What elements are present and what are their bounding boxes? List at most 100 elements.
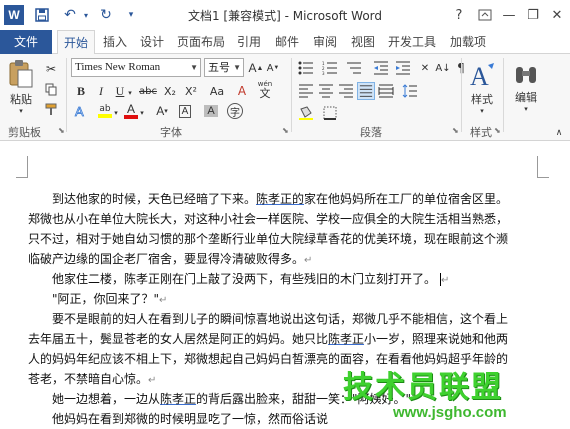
svg-text:3: 3 <box>322 71 325 75</box>
group-label-styles: 样式 <box>470 126 492 139</box>
ribbon-display-options-icon[interactable] <box>472 4 498 26</box>
redo-icon[interactable]: ↻ <box>96 5 116 25</box>
document-line: 只不过，相对于她自幼习惯的那个垄断行业单位大院绿草香花的优美环境，现在眼前这个濒 <box>28 232 509 246</box>
watermark-title: 技术员联盟 <box>343 370 503 405</box>
document-line: 到达他家的时候，天色已经暗了下来。陈孝正的家在他妈妈所在工厂的单位宿舍区里。 <box>52 192 509 206</box>
chevron-down-icon: ▾ <box>480 107 484 115</box>
clear-formatting-icon[interactable]: A <box>233 82 251 100</box>
separator <box>503 58 504 132</box>
collapse-ribbon-icon[interactable]: ∧ <box>550 124 568 142</box>
tab-developer[interactable]: 开发工具 <box>385 30 439 54</box>
editing-button[interactable]: 编辑 ▾ <box>508 58 544 118</box>
char-shading-icon[interactable]: A <box>202 102 220 120</box>
paste-dropdown-icon: ▾ <box>19 107 23 115</box>
subscript-button[interactable]: X₂ <box>161 82 179 100</box>
paste-label: 粘贴 <box>10 93 32 106</box>
word-logo-icon[interactable]: W <box>4 5 24 25</box>
editing-label: 编辑 <box>515 91 537 104</box>
text-effects-icon[interactable]: A <box>72 102 90 120</box>
paste-icon <box>9 60 33 88</box>
separator <box>291 58 292 132</box>
superscript-button[interactable]: X² <box>182 82 200 100</box>
undo-icon[interactable]: ↶ <box>60 5 80 25</box>
tab-insert[interactable]: 插入 <box>99 30 131 54</box>
tab-page-layout[interactable]: 页面布局 <box>174 30 228 54</box>
distributed-icon[interactable] <box>377 82 395 100</box>
ribbon-tabs: 文件 开始 插入 设计 页面布局 引用 邮件 审阅 视图 开发工具 加载项 <box>0 30 570 55</box>
char-border-button[interactable]: A ▾ <box>152 102 172 120</box>
line-spacing-icon[interactable] <box>401 82 419 100</box>
tab-mailings[interactable]: 邮件 <box>271 30 303 54</box>
borders-icon[interactable] <box>321 104 339 122</box>
shading-icon[interactable] <box>297 104 315 122</box>
styles-icon: A <box>470 62 494 91</box>
chevron-down-icon[interactable]: ▾ <box>112 104 120 122</box>
tab-file[interactable]: 文件 <box>0 30 52 54</box>
tab-review[interactable]: 审阅 <box>309 30 341 54</box>
font-name-value: Times New Roman <box>75 61 161 73</box>
styles-button[interactable]: A 样式 ▾ <box>464 58 500 118</box>
document-line: 临破产边缘的国企老厂宿舍，要显得冷清破败得多。↵ <box>28 252 313 266</box>
styles-label: 样式 <box>471 93 493 106</box>
font-size-combo[interactable]: 五号 ▼ <box>204 58 244 77</box>
separator <box>66 58 67 132</box>
grow-font-icon[interactable]: A ▲ <box>247 59 265 77</box>
tab-design[interactable]: 设计 <box>136 30 168 54</box>
italic-button[interactable]: I <box>92 82 110 100</box>
font-launcher-icon[interactable]: ⬊ <box>282 126 289 135</box>
shrink-font-icon[interactable]: A ▼ <box>264 59 282 77</box>
align-left-icon[interactable] <box>297 82 315 100</box>
paste-button[interactable]: 粘贴 ▾ <box>4 58 38 116</box>
title-bar: W ↶ ▾ ↻ ▾ 文档1 [兼容模式] - Microsoft Word ? … <box>0 0 570 30</box>
font-size-value: 五号 <box>208 61 230 74</box>
tab-home[interactable]: 开始 <box>57 30 95 55</box>
tab-addins[interactable]: 加载项 <box>445 30 491 54</box>
underline-dropdown-icon[interactable]: ▾ <box>126 84 134 102</box>
margin-marker <box>537 156 549 178</box>
enclose-characters-icon[interactable]: 字 <box>226 102 244 120</box>
window-title: 文档1 [兼容模式] - Microsoft Word <box>187 9 383 23</box>
change-case-button[interactable]: Aa <box>206 82 228 100</box>
justify-icon[interactable] <box>357 82 375 100</box>
tab-view[interactable]: 视图 <box>347 30 379 54</box>
close-button[interactable]: ✕ <box>544 4 570 26</box>
help-button[interactable]: ? <box>446 4 472 26</box>
chinese-layout-icon[interactable]: ✕ <box>416 59 434 77</box>
ribbon-home: 粘贴 ▾ ✂ 剪贴板 ⬊ Times New Roman ▼ 五号 ▼ A ▲ A… <box>0 54 570 141</box>
tab-references[interactable]: 引用 <box>233 30 265 54</box>
document-line: "阿正，你回来了？"↵ <box>52 292 168 306</box>
customize-quick-access-icon[interactable]: ▾ <box>122 5 140 25</box>
binoculars-icon <box>516 67 536 83</box>
group-label-paragraph: 段落 <box>360 126 382 139</box>
group-label-clipboard: 剪贴板 <box>8 126 41 139</box>
group-label-font: 字体 <box>160 126 182 139</box>
increase-indent-icon[interactable] <box>394 59 412 77</box>
copy-icon[interactable] <box>42 80 60 98</box>
chevron-down-icon: ▼ <box>233 63 241 72</box>
bullets-icon[interactable] <box>297 59 315 77</box>
minimize-button[interactable]: — <box>496 4 522 26</box>
clipboard-launcher-icon[interactable]: ⬊ <box>58 126 65 135</box>
font-name-combo[interactable]: Times New Roman ▼ <box>71 58 201 77</box>
phonetic-guide-button[interactable]: wén 文 <box>253 80 277 99</box>
decrease-indent-icon[interactable] <box>372 59 390 77</box>
bold-button[interactable]: B <box>72 82 90 100</box>
document-line: 郑微也从小在单位大院长大，对这种小社会一样医院、学校一应俱全的大院生活相当熟悉， <box>28 212 509 226</box>
chevron-down-icon[interactable]: ▾ <box>138 104 146 122</box>
format-painter-icon[interactable] <box>42 100 60 118</box>
align-right-icon[interactable] <box>337 82 355 100</box>
restore-button[interactable]: ❐ <box>520 4 546 26</box>
cut-icon[interactable]: ✂ <box>42 60 60 78</box>
strikethrough-button[interactable]: abc <box>137 82 159 100</box>
separator <box>461 58 462 132</box>
char-border-icon[interactable]: A <box>176 102 194 120</box>
undo-dropdown-icon[interactable]: ▾ <box>80 5 92 25</box>
numbering-icon[interactable]: 123 <box>321 59 339 77</box>
svg-text:A: A <box>75 104 84 118</box>
styles-launcher-icon[interactable]: ⬊ <box>494 126 501 135</box>
save-icon[interactable] <box>32 5 52 25</box>
align-center-icon[interactable] <box>317 82 335 100</box>
sort-icon[interactable]: A↓ <box>434 59 452 77</box>
paragraph-launcher-icon[interactable]: ⬊ <box>452 126 459 135</box>
multilevel-list-icon[interactable] <box>345 59 363 77</box>
